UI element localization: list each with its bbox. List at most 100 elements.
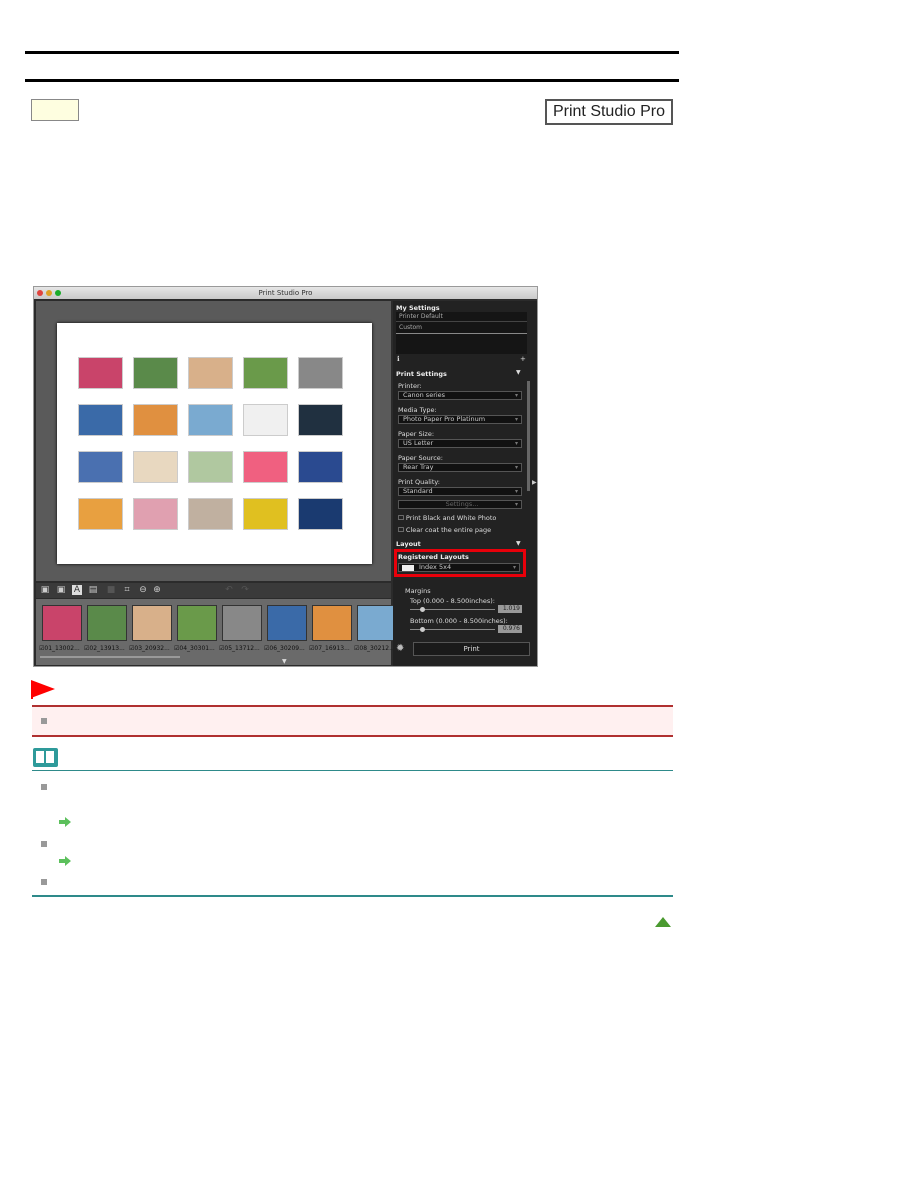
clear-coat-checkbox[interactable]: ☐ Clear coat the entire page xyxy=(398,526,491,534)
bottom-margin-input[interactable]: 0.976 xyxy=(498,625,522,633)
filmstrip-caption[interactable]: ☑01_13002... xyxy=(39,645,80,652)
undo-icon[interactable]: ↶ xyxy=(224,585,234,595)
filmstrip-thumbnail[interactable] xyxy=(312,605,352,641)
page-top-icon[interactable] xyxy=(655,917,671,927)
rotate-left-icon[interactable]: ▣ xyxy=(40,585,50,595)
flag-pole xyxy=(31,681,33,699)
filmstrip-thumbnail[interactable] xyxy=(267,605,307,641)
note-top-rule xyxy=(32,770,673,771)
layout-photo[interactable] xyxy=(298,357,343,389)
frame-icon[interactable]: ■ xyxy=(106,585,116,595)
layout-photo[interactable] xyxy=(78,451,123,483)
panel-toggle-icon[interactable]: ▶ xyxy=(532,479,537,486)
zoom-out-icon[interactable]: ⊖ xyxy=(138,585,148,595)
layout-thumbnail xyxy=(402,565,414,571)
important-flag-icon xyxy=(31,680,55,698)
layout-photo[interactable] xyxy=(298,451,343,483)
filmstrip-caption[interactable]: ☑06_30209... xyxy=(264,645,305,652)
layout-photo[interactable] xyxy=(133,357,178,389)
rotate-right-icon[interactable]: ▣ xyxy=(56,585,66,595)
close-icon[interactable] xyxy=(37,290,43,296)
note-bottom-rule xyxy=(32,895,673,897)
window-title: Print Studio Pro xyxy=(34,287,537,299)
printer-label: Printer: xyxy=(398,382,422,390)
redo-icon[interactable]: ↷ xyxy=(240,585,250,595)
app-badge: Print Studio Pro xyxy=(545,99,673,125)
bottom-margin-slider[interactable] xyxy=(410,627,495,632)
layout-photo[interactable] xyxy=(298,498,343,530)
layout-title: Layout xyxy=(396,540,421,548)
top-margin-input[interactable]: 1.019 xyxy=(498,605,522,613)
category-badge xyxy=(31,99,79,121)
bullet-icon xyxy=(41,841,47,847)
bullet-icon xyxy=(41,784,47,790)
minimize-icon[interactable] xyxy=(46,290,52,296)
link-arrow-icon[interactable] xyxy=(59,856,71,866)
add-icon[interactable]: + xyxy=(520,355,526,363)
print-button[interactable]: Print xyxy=(413,642,530,656)
zoom-icon[interactable] xyxy=(55,290,61,296)
layout-photo[interactable] xyxy=(188,357,233,389)
info-icon[interactable]: ℹ xyxy=(397,355,400,363)
paper-size-select[interactable]: US Letter xyxy=(398,439,522,448)
layout-photo[interactable] xyxy=(133,404,178,436)
top-rule xyxy=(25,51,679,54)
layout-photo[interactable] xyxy=(298,404,343,436)
link-arrow-icon[interactable] xyxy=(59,817,71,827)
template-icon[interactable]: ▤ xyxy=(88,585,98,595)
paper-source-select[interactable]: Rear Tray xyxy=(398,463,522,472)
filmstrip-thumbnail[interactable] xyxy=(177,605,217,641)
important-box xyxy=(32,705,673,737)
filmstrip-thumbnail[interactable] xyxy=(222,605,262,641)
my-settings-item[interactable]: Custom xyxy=(396,322,527,334)
layout-photo[interactable] xyxy=(188,404,233,436)
filmstrip-thumbnail[interactable] xyxy=(132,605,172,641)
layout-photo[interactable] xyxy=(243,451,288,483)
filmstrip-caption[interactable]: ☑03_20932... xyxy=(129,645,170,652)
zoom-in-icon[interactable]: ⊕ xyxy=(152,585,162,595)
gear-icon[interactable]: ✹ xyxy=(396,643,404,654)
layout-photo[interactable] xyxy=(133,498,178,530)
settings-button[interactable]: Settings... xyxy=(398,500,522,509)
app-window-screenshot: Print Studio Pro ▣ ▣ A ▤ ■ ⌗ ⊖ ⊕ ↶ ↷ ▼ ☑… xyxy=(33,286,538,667)
bottom-margin-label: Bottom (0.000 - 8.500inches): xyxy=(410,617,508,625)
filmstrip-caption[interactable]: ☑08_30212... xyxy=(354,645,395,652)
filmstrip-caption[interactable]: ☑05_13712... xyxy=(219,645,260,652)
panel-scrollbar[interactable] xyxy=(527,381,530,491)
layout-photo[interactable] xyxy=(133,451,178,483)
layout-photo[interactable] xyxy=(243,357,288,389)
layout-photo[interactable] xyxy=(188,451,233,483)
bw-checkbox[interactable]: ☐ Print Black and White Photo xyxy=(398,514,496,522)
media-type-label: Media Type: xyxy=(398,406,437,414)
paper-source-label: Paper Source: xyxy=(398,454,443,462)
layout-photo[interactable] xyxy=(188,498,233,530)
settings-panel: My Settings Printer Default Custom ℹ + P… xyxy=(393,301,537,666)
filmstrip-thumbnail[interactable] xyxy=(87,605,127,641)
filmstrip-thumbnail[interactable] xyxy=(357,605,397,641)
media-type-select[interactable]: Photo Paper Pro Platinum xyxy=(398,415,522,424)
filmstrip-thumbnail[interactable] xyxy=(42,605,82,641)
printer-select[interactable]: Canon series xyxy=(398,391,522,400)
my-settings-item[interactable]: Printer Default xyxy=(396,312,527,322)
header-rule xyxy=(25,79,679,82)
preview-canvas xyxy=(36,301,391,581)
print-settings-title: Print Settings xyxy=(396,370,447,378)
layout-photo[interactable] xyxy=(243,404,288,436)
layout-photo[interactable] xyxy=(78,498,123,530)
expand-icon[interactable]: ▼ xyxy=(282,658,287,665)
print-quality-select[interactable]: Standard xyxy=(398,487,522,496)
filmstrip-caption[interactable]: ☑04_30301... xyxy=(174,645,215,652)
layout-photo[interactable] xyxy=(78,404,123,436)
crop-icon[interactable]: ⌗ xyxy=(122,585,132,595)
top-margin-slider[interactable] xyxy=(410,607,495,612)
filmstrip-scrollbar[interactable] xyxy=(40,656,180,658)
filmstrip-caption[interactable]: ☑02_13913... xyxy=(84,645,125,652)
layout-collapse-icon[interactable]: ▼ xyxy=(516,540,521,547)
filmstrip-caption[interactable]: ☑07_16913... xyxy=(309,645,350,652)
layout-photo[interactable] xyxy=(78,357,123,389)
layout-icon[interactable]: A xyxy=(72,585,82,595)
collapse-icon[interactable]: ▼ xyxy=(516,369,521,376)
registered-layouts-select[interactable]: Index 5x4 xyxy=(398,563,520,572)
registered-layouts-label: Registered Layouts xyxy=(398,553,469,561)
layout-photo[interactable] xyxy=(243,498,288,530)
